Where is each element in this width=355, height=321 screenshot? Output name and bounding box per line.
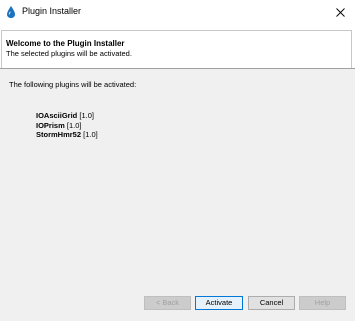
help-button[interactable]: Help: [299, 296, 346, 310]
plugin-list: IOAsciiGrid [1.0] IOPrism [1.0] StormHmr…: [36, 111, 98, 140]
back-button[interactable]: < Back: [144, 296, 191, 310]
wizard-content: The following plugins will be activated:…: [0, 69, 355, 321]
plugin-name: IOAsciiGrid: [36, 111, 78, 120]
wizard-header: Welcome to the Plugin Installer The sele…: [0, 26, 355, 68]
plugin-version: [1.0]: [66, 120, 82, 130]
title-bar[interactable]: Plugin Installer: [0, 0, 355, 26]
cancel-button[interactable]: Cancel: [248, 296, 295, 310]
plugin-version: [1.0]: [83, 130, 98, 139]
activate-button[interactable]: Activate: [195, 296, 243, 310]
header-subtitle: The selected plugins will be activated.: [6, 49, 132, 58]
header-border: Welcome to the Plugin Installer The sele…: [1, 30, 352, 68]
close-button[interactable]: [327, 0, 355, 26]
blue-drop-icon: [6, 5, 16, 19]
intro-text: The following plugins will be activated:: [9, 80, 137, 89]
window-title: Plugin Installer: [22, 6, 82, 16]
list-item: StormHmr52 [1.0]: [36, 130, 98, 140]
plugin-installer-window: Plugin Installer Welcome to the Plugin I…: [0, 0, 355, 321]
header-title: Welcome to the Plugin Installer: [6, 39, 125, 48]
plugin-version: [1.0]: [79, 111, 94, 120]
plugin-name: IOPrism: [36, 120, 65, 130]
close-icon: [336, 8, 345, 17]
plugin-name: StormHmr52: [36, 130, 82, 139]
list-item: IOPrism [1.0]: [36, 121, 98, 131]
button-bar: < Back Activate Cancel Help: [0, 296, 355, 314]
list-item: IOAsciiGrid [1.0]: [36, 111, 98, 121]
